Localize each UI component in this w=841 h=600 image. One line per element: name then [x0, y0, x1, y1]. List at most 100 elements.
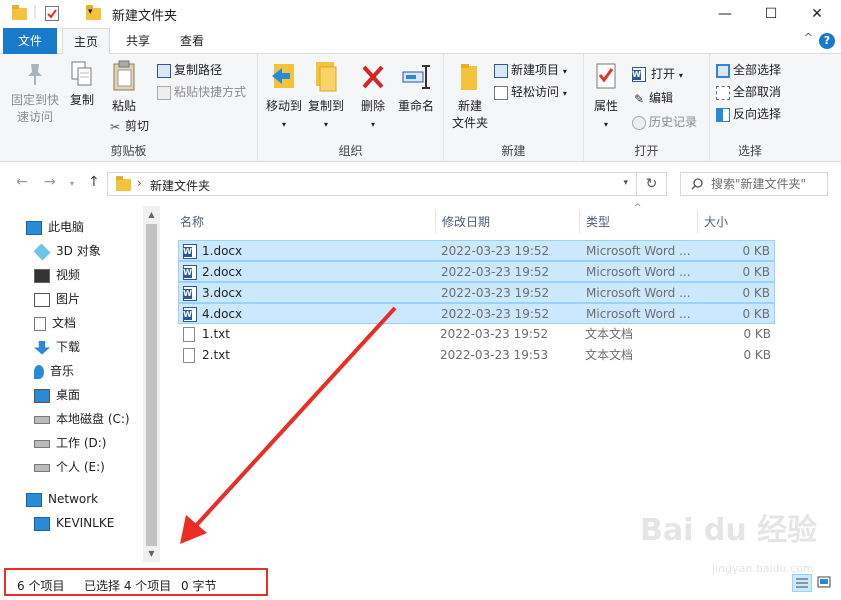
nav-item[interactable]: KEVINLKE — [34, 512, 114, 534]
close-button[interactable]: ✕ — [794, 0, 840, 28]
details-view-icon — [796, 578, 808, 588]
scroll-down-icon[interactable]: ▼ — [143, 549, 160, 558]
nav-item[interactable]: 音乐 — [34, 360, 74, 382]
nav-item[interactable]: 图片 — [34, 288, 80, 310]
paste-shortcut-button[interactable]: 粘贴快捷方式 — [157, 82, 246, 102]
easy-access-icon — [494, 85, 508, 100]
new-folder-icon — [461, 64, 477, 90]
scroll-up-icon[interactable]: ▲ — [143, 210, 160, 219]
copy-to-dropdown-icon: ▾ — [323, 120, 328, 129]
delete-button[interactable]: 删除 ▾ — [356, 60, 390, 133]
word-document-icon — [183, 307, 197, 322]
file-size: 0 KB — [742, 244, 770, 258]
file-row[interactable]: 2.docx 2022-03-23 19:52 Microsoft Word ...… — [178, 261, 775, 282]
file-row[interactable]: 3.docx 2022-03-23 19:52 Microsoft Word ...… — [178, 282, 775, 303]
copy-to-label: 复制到 — [307, 99, 344, 113]
nav-item[interactable]: 工作 (D:) — [34, 432, 106, 454]
nav-item[interactable]: 个人 (E:) — [34, 456, 105, 478]
nav-scrollbar[interactable]: ▲ ▼ — [143, 206, 160, 562]
file-date: 2022-03-23 19:52 — [440, 327, 549, 341]
address-dropdown-icon[interactable]: ▾ — [623, 178, 628, 188]
maximize-button[interactable]: ☐ — [748, 0, 794, 28]
nav-item[interactable]: 此电脑 — [26, 216, 84, 238]
new-folder-label-line1: 新建 — [457, 99, 482, 113]
column-header-size[interactable]: 大小 — [698, 211, 778, 233]
nav-item[interactable]: 3D 对象 — [33, 240, 101, 262]
edit-icon: ✎ — [633, 91, 645, 106]
nav-item[interactable]: 视频 — [34, 264, 80, 286]
file-row[interactable]: 2.txt 2022-03-23 19:53 文本文档 0 KB — [178, 345, 775, 366]
file-type: 文本文档 — [585, 327, 634, 341]
address-bar[interactable]: › 新建文件夹 ▾ — [107, 172, 637, 196]
new-group: 新建 文件夹 新建项目 ▾ 轻松访问 ▾ 新建 — [444, 54, 584, 162]
rename-button[interactable]: 重命名 — [396, 60, 436, 115]
column-header-type[interactable]: 类型 — [580, 211, 698, 233]
breadcrumb-current[interactable]: 新建文件夹 — [150, 177, 210, 194]
nav-item[interactable]: 下载 — [34, 336, 80, 358]
scroll-thumb[interactable] — [146, 224, 157, 546]
nav-item[interactable]: 本地磁盘 (C:) — [34, 408, 130, 430]
pin-to-quick-access-button[interactable]: 固定到快 速访问 — [6, 60, 64, 126]
nav-item-label: 视频 — [56, 268, 81, 282]
file-row[interactable]: 1.txt 2022-03-23 19:52 文本文档 0 KB — [178, 324, 775, 345]
forward-arrow-icon[interactable]: → — [44, 174, 56, 190]
new-item-dropdown-icon: ▾ — [562, 67, 567, 76]
refresh-button[interactable]: ↻ — [637, 172, 667, 196]
copy-to-button[interactable]: 复制到 ▾ — [306, 60, 346, 133]
copy-path-button[interactable]: 复制路径 — [157, 60, 222, 80]
breadcrumb-chevron-icon[interactable]: › — [137, 176, 142, 190]
properties-button[interactable]: 属性 ▾ — [590, 60, 622, 133]
copy-path-icon — [157, 63, 171, 78]
tab-file[interactable]: 文件 — [3, 28, 57, 54]
pin-label-line1: 固定到快 — [10, 93, 59, 107]
history-button[interactable]: 历史记录 — [632, 112, 697, 132]
search-placeholder: 搜索"新建文件夹" — [711, 177, 807, 191]
new-item-button[interactable]: 新建项目 ▾ — [494, 60, 567, 80]
open-button[interactable]: 打开 ▾ — [632, 64, 683, 84]
select-none-button[interactable]: 全部取消 — [716, 82, 781, 102]
details-view-button[interactable] — [792, 574, 812, 592]
easy-access-dropdown-icon: ▾ — [562, 89, 567, 98]
word-document-icon — [183, 244, 197, 259]
delete-label: 删除 — [360, 99, 385, 113]
file-size: 0 KB — [743, 327, 771, 341]
nav-item[interactable]: 文档 — [34, 312, 76, 334]
minimize-button[interactable]: — — [702, 0, 748, 28]
tab-view[interactable]: 查看 — [170, 28, 214, 54]
move-to-button[interactable]: 移动到 ▾ — [264, 60, 304, 133]
drive-e-icon — [34, 463, 50, 472]
status-selected-size: 0 字节 — [181, 579, 217, 593]
column-header-name[interactable]: 名称 — [174, 211, 436, 233]
status-selected-count: 已选择 4 个项目 — [84, 579, 172, 593]
select-none-label: 全部取消 — [733, 85, 782, 99]
help-icon[interactable]: ? — [819, 33, 835, 49]
folder-icon — [12, 5, 27, 20]
back-arrow-icon[interactable]: ← — [16, 174, 28, 190]
file-name: 2.txt — [202, 348, 230, 362]
new-folder-button[interactable]: 新建 文件夹 — [448, 60, 492, 132]
invert-selection-button[interactable]: 反向选择 — [716, 104, 781, 124]
file-row[interactable]: 4.docx 2022-03-23 19:52 Microsoft Word ...… — [178, 303, 775, 324]
collapse-ribbon-icon[interactable]: ^ — [804, 31, 813, 44]
recent-locations-icon[interactable]: ▾ — [70, 179, 74, 188]
select-all-button[interactable]: 全部选择 — [716, 60, 781, 80]
open-dropdown-icon: ▾ — [678, 71, 683, 80]
large-icons-view-button[interactable] — [815, 574, 835, 592]
tab-home[interactable]: 主页 — [62, 28, 110, 55]
nav-item[interactable]: Network — [26, 488, 98, 510]
up-arrow-icon[interactable]: ↑ — [88, 174, 100, 190]
file-row[interactable]: 1.docx 2022-03-23 19:52 Microsoft Word ...… — [178, 240, 775, 261]
nav-item-label: KEVINLKE — [56, 516, 115, 530]
invert-selection-icon — [716, 107, 730, 122]
customize-quick-access-icon[interactable]: ▾ — [88, 7, 93, 23]
cut-button[interactable]: ✂ 剪切 — [108, 116, 149, 136]
copy-button[interactable]: 复制 — [66, 60, 98, 109]
edit-button[interactable]: ✎ 编辑 — [632, 88, 673, 108]
properties-quick-icon[interactable] — [45, 6, 59, 21]
column-header-date[interactable]: 修改日期 — [436, 211, 580, 233]
easy-access-button[interactable]: 轻松访问 ▾ — [494, 82, 567, 102]
search-input[interactable]: 搜索"新建文件夹" — [680, 172, 828, 196]
nav-item[interactable]: 桌面 — [34, 384, 80, 406]
tab-share[interactable]: 共享 — [116, 28, 160, 54]
paste-button[interactable]: 粘贴 — [106, 60, 142, 115]
